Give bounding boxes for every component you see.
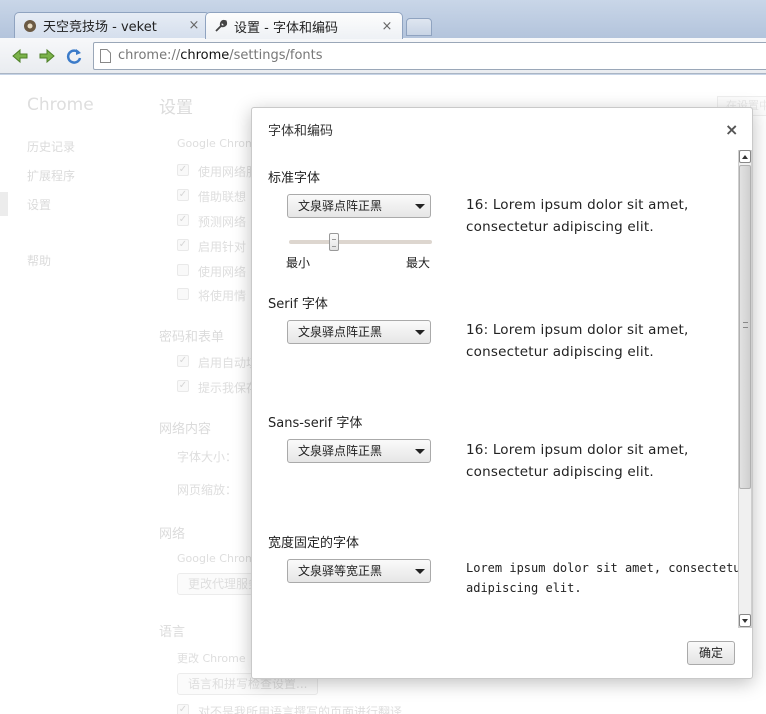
sans-serif-font-label: Sans-serif 字体 (268, 416, 363, 431)
toolbar: chrome://chrome/settings/fonts (0, 38, 766, 74)
slider-thumb[interactable] (329, 233, 339, 251)
slider-min-label: 最小 (286, 256, 311, 270)
wrench-icon (215, 19, 228, 32)
font-size-slider[interactable] (289, 240, 432, 244)
url-path: /settings/fonts (229, 48, 323, 63)
sans-serif-font-sample: 16: Lorem ipsum dolor sit amet, consecte… (466, 442, 689, 480)
back-arrow-icon[interactable] (10, 46, 30, 66)
standard-font-select[interactable]: 文泉驿点阵正黑 (287, 194, 431, 218)
chevron-down-icon (415, 330, 425, 335)
ok-button[interactable]: 确定 (687, 641, 735, 665)
tab-close-icon[interactable]: × (380, 19, 394, 34)
fixed-font-select[interactable]: 文泉驿等宽正黑 (287, 559, 431, 583)
page-icon (100, 49, 111, 63)
fonts-dialog: 字体和编码 × 标准字体 文泉驿点阵正黑 16: Lorem ipsum dol… (251, 107, 753, 679)
chevron-down-icon (415, 204, 425, 209)
arrow-down-icon (742, 619, 748, 623)
tab-close-icon[interactable]: × (187, 18, 201, 33)
fixed-font-label: 宽度固定的字体 (268, 536, 360, 551)
url-host: chrome (180, 48, 230, 63)
scrollbar-thumb[interactable] (739, 165, 751, 489)
close-icon[interactable]: × (725, 120, 738, 139)
address-bar[interactable]: chrome://chrome/settings/fonts (93, 42, 766, 70)
tab-title: 设置 - 字体和编码 (234, 20, 338, 36)
veket-favicon-icon (24, 19, 36, 32)
tab-settings[interactable]: 设置 - 字体和编码 × (205, 12, 403, 39)
scroll-up-button[interactable] (739, 150, 751, 163)
select-value: 文泉驿等宽正黑 (298, 564, 383, 578)
select-value: 文泉驿点阵正黑 (298, 199, 383, 213)
sans-serif-font-select[interactable]: 文泉驿点阵正黑 (287, 439, 431, 463)
reload-icon[interactable] (64, 46, 84, 66)
serif-font-select[interactable]: 文泉驿点阵正黑 (287, 320, 431, 344)
tab-veket[interactable]: 天空竞技场 - veket × (14, 12, 210, 38)
new-tab-button[interactable] (406, 18, 432, 36)
select-value: 文泉驿点阵正黑 (298, 444, 383, 458)
chevron-down-icon (415, 569, 425, 574)
standard-font-sample: 16: Lorem ipsum dolor sit amet, consecte… (466, 197, 689, 235)
scroll-down-button[interactable] (739, 614, 751, 627)
dialog-scrollbar[interactable] (738, 150, 752, 628)
tab-title: 天空竞技场 - veket (43, 20, 157, 35)
serif-font-sample: 16: Lorem ipsum dolor sit amet, consecte… (466, 322, 689, 360)
chevron-down-icon (415, 449, 425, 454)
url-scheme: chrome:// (118, 48, 181, 63)
standard-font-label: 标准字体 (268, 171, 321, 186)
tab-strip: 天空竞技场 - veket × 设置 - 字体和编码 × (0, 0, 766, 39)
serif-font-label: Serif 字体 (268, 297, 328, 312)
arrow-up-icon (742, 155, 748, 159)
select-value: 文泉驿点阵正黑 (298, 325, 383, 339)
slider-max-label: 最大 (406, 256, 431, 270)
fixed-font-sample: Lorem ipsum dolor sit amet, consectetur … (466, 561, 748, 595)
forward-arrow-icon[interactable] (37, 46, 57, 66)
grip-icon (743, 322, 748, 328)
dialog-title: 字体和编码 (268, 124, 334, 139)
